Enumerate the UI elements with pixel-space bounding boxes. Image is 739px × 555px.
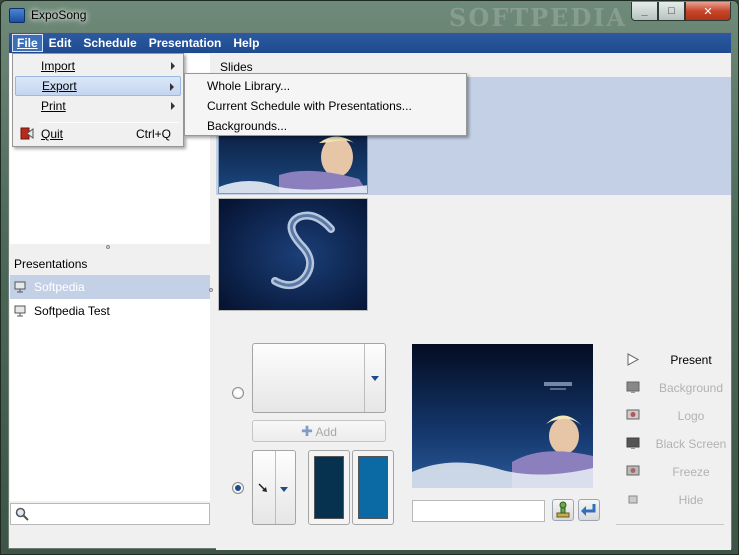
background-selector[interactable] <box>252 343 386 413</box>
menu-item-label: Quit <box>41 127 64 141</box>
menu-shortcut: Ctrl+Q <box>135 127 171 141</box>
present-label: Present <box>670 353 712 367</box>
background-color-radio[interactable] <box>232 482 244 494</box>
menu-item-print[interactable]: Print <box>15 96 181 116</box>
file-menu: Import Export Print Quit Ctrl+Q <box>12 53 184 147</box>
submenu-item-current-schedule[interactable]: Current Schedule with Presentations... <box>187 96 464 116</box>
splitter-handle[interactable] <box>209 288 213 292</box>
watermark-logo: SOFTPEDIA <box>449 3 628 32</box>
freeze-icon <box>626 465 640 476</box>
menu-item-label: Import <box>41 59 76 73</box>
black-screen-icon <box>626 437 640 449</box>
menu-item-quit[interactable]: Quit Ctrl+Q <box>15 124 181 144</box>
slide-thumbnail[interactable] <box>218 198 368 311</box>
presentation-icon <box>14 281 26 293</box>
menu-bar: File Edit Schedule Presentation Help <box>9 33 731 53</box>
close-button[interactable]: ✕ <box>685 2 731 21</box>
hide-label: Hide <box>678 493 704 507</box>
logo-label: Logo <box>677 409 705 423</box>
quit-icon <box>20 127 34 140</box>
diagonal-arrow-icon <box>258 483 267 492</box>
slides-panel-label: Slides <box>220 60 253 74</box>
menu-schedule[interactable]: Schedule <box>77 33 142 53</box>
divider <box>616 524 724 525</box>
hide-icon <box>628 495 638 504</box>
menu-item-export[interactable]: Export <box>15 76 181 96</box>
menu-file-label: File <box>17 36 38 50</box>
title-bar[interactable]: ExpoSong SOFTPEDIA _ □ ✕ <box>1 1 738 32</box>
color-swatch-button[interactable] <box>308 450 350 525</box>
presentation-name: Softpedia Test <box>34 304 110 318</box>
add-button-label: Add <box>315 425 337 439</box>
submenu-arrow-icon <box>171 62 175 70</box>
client-area: File Edit Schedule Presentation Help Pre… <box>8 32 732 550</box>
preview-text-input[interactable] <box>412 500 545 522</box>
menu-separator <box>39 122 179 123</box>
color-swatch-1 <box>314 456 344 519</box>
logo-icon <box>626 409 640 420</box>
live-preview <box>412 344 593 488</box>
slide-image <box>219 135 367 193</box>
color-swatch-2 <box>358 456 388 519</box>
submenu-item-backgrounds[interactable]: Backgrounds... <box>187 116 464 136</box>
presentation-icon <box>14 305 26 317</box>
window-title: ExpoSong <box>31 8 87 22</box>
menu-presentation[interactable]: Presentation <box>143 33 228 53</box>
freeze-label: Freeze <box>672 465 710 479</box>
menu-item-label: Export <box>42 79 77 93</box>
export-submenu: Whole Library... Current Schedule with P… <box>184 73 467 136</box>
app-window: ExpoSong SOFTPEDIA _ □ ✕ File Edit Sched… <box>0 0 739 555</box>
background-label: Background <box>658 381 724 395</box>
maximize-button[interactable]: □ <box>658 2 685 21</box>
slide-thumbnail[interactable] <box>218 134 368 194</box>
combo-separator <box>275 451 276 524</box>
enter-button[interactable] <box>578 499 600 521</box>
color-mode-selector[interactable] <box>252 450 296 525</box>
submenu-arrow-icon <box>170 83 174 91</box>
presentation-name: Softpedia <box>34 280 85 294</box>
background-text-radio[interactable] <box>232 387 244 399</box>
app-icon <box>9 8 25 23</box>
chevron-down-icon <box>280 487 288 492</box>
menu-item-label: Print <box>41 99 66 113</box>
stamp-icon <box>556 501 570 518</box>
background-icon <box>626 381 640 393</box>
add-button[interactable]: ✚ Add <box>252 420 386 442</box>
menu-edit[interactable]: Edit <box>43 33 78 53</box>
splitter-handle[interactable] <box>106 245 110 249</box>
presentations-header: Presentations <box>14 257 88 271</box>
play-icon <box>627 353 640 366</box>
control-panel: ✚ Add Present Background Logo Black Scre… <box>216 338 731 550</box>
menu-help[interactable]: Help <box>227 33 265 53</box>
chevron-down-icon <box>371 376 379 381</box>
color-swatch-button[interactable] <box>352 450 394 525</box>
submenu-item-whole-library[interactable]: Whole Library... <box>187 76 464 96</box>
menu-file[interactable]: File <box>12 34 43 52</box>
preview-image <box>412 344 593 488</box>
search-input[interactable] <box>35 506 205 522</box>
stamp-button[interactable] <box>552 499 574 521</box>
list-item[interactable]: Softpedia <box>10 275 210 299</box>
menu-item-import[interactable]: Import <box>15 56 181 76</box>
list-item[interactable]: Softpedia Test <box>10 299 210 323</box>
search-field[interactable] <box>10 503 210 525</box>
black-screen-label: Black Screen <box>655 437 727 451</box>
return-arrow-icon <box>581 504 596 516</box>
slide-image <box>219 199 367 310</box>
combo-separator <box>364 344 365 412</box>
minimize-button[interactable]: _ <box>631 2 658 21</box>
plus-icon: ✚ <box>301 423 313 439</box>
presentations-list[interactable]: Softpedia Softpedia Test <box>10 275 210 501</box>
submenu-arrow-icon <box>171 102 175 110</box>
search-icon <box>15 507 29 521</box>
